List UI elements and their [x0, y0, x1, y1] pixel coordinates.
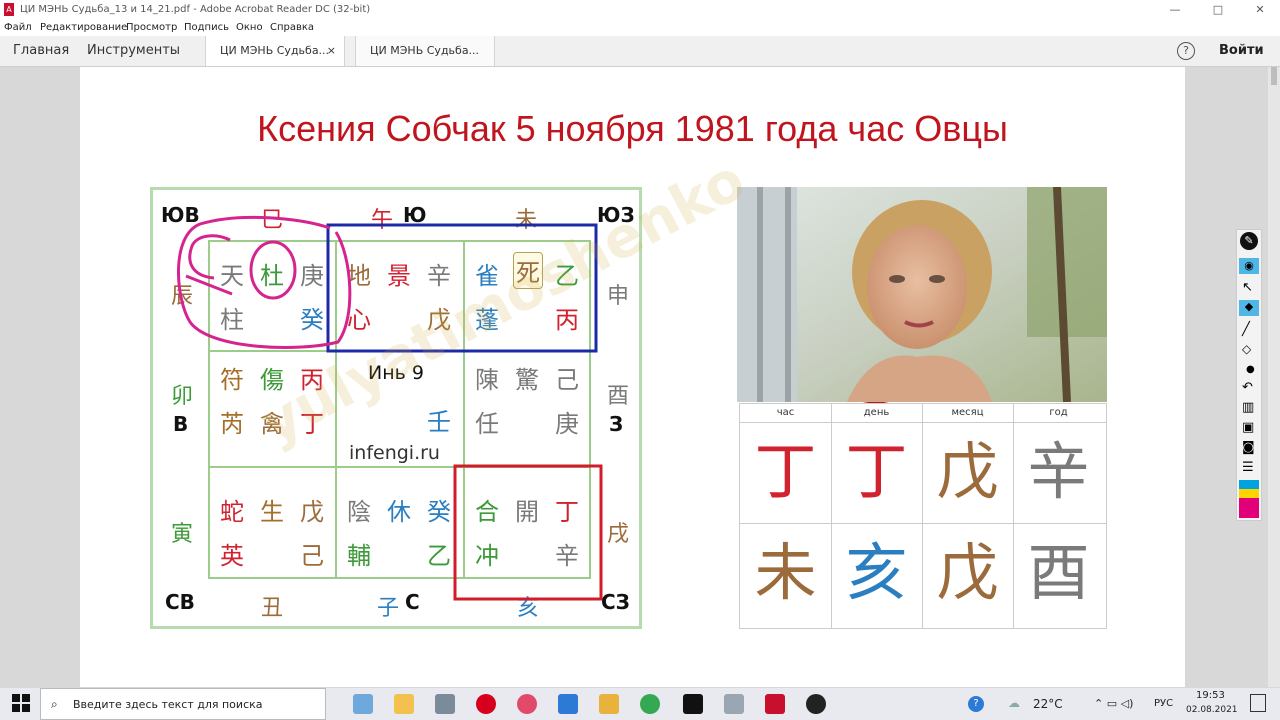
notifications-icon[interactable]	[1250, 694, 1266, 712]
magenta-pen-stroke	[188, 234, 231, 280]
language-indicator[interactable]: РУС	[1154, 698, 1173, 709]
save-icon[interactable]: ▣	[1242, 420, 1254, 435]
media-player-icon[interactable]	[599, 694, 619, 714]
four-pillars-table: час день месяц год 丁 丁 戊 辛 未 亥 戊 酉	[739, 403, 1107, 629]
pen-icon[interactable]: ✎	[1240, 232, 1258, 250]
undo-icon[interactable]: ↶	[1242, 380, 1253, 395]
acrobat-icon[interactable]	[765, 694, 785, 714]
camera-icon[interactable]: ◙	[1242, 440, 1255, 455]
dot-icon[interactable]: ●	[1246, 364, 1255, 375]
file-explorer-icon[interactable]	[394, 694, 414, 714]
pillar-stem-hour: 丁	[754, 435, 817, 508]
pillar-branch-year: 酉	[1027, 536, 1090, 609]
search-icon: ⌕	[51, 697, 58, 711]
pillar-stem-month: 戊	[936, 435, 999, 508]
eraser-icon[interactable]: ◆	[1239, 300, 1259, 316]
portrait-photo	[737, 187, 1107, 402]
windows-start-icon[interactable]	[12, 694, 30, 712]
tray-icons[interactable]: ⌃ ▭ ◁)	[1094, 697, 1133, 710]
pillar-stem-day: 丁	[845, 435, 908, 508]
weather-icon: ☁	[1008, 696, 1020, 710]
pillar-stem-year: 辛	[1027, 435, 1090, 508]
weather-temp: 22°C	[1033, 697, 1063, 711]
pencil-icon[interactable]: ╱	[1242, 322, 1250, 337]
eye-icon[interactable]: ◉	[1239, 258, 1259, 274]
opera-icon[interactable]	[476, 694, 496, 714]
pillar-header-day: день	[863, 407, 890, 418]
help-tray-icon[interactable]: ?	[968, 696, 984, 712]
pillar-branch-month: 戊	[936, 536, 999, 609]
pillar-branch-day: 亥	[845, 536, 908, 609]
notes-icon[interactable]: ☰	[1242, 460, 1254, 475]
taskbar-search-box[interactable]: ⌕ Введите здесь текст для поиска	[40, 688, 326, 720]
trash-icon[interactable]: ▥	[1242, 400, 1254, 415]
obs-icon[interactable]	[806, 694, 826, 714]
magenta-pen-circle	[249, 240, 297, 300]
app-icon[interactable]	[353, 694, 373, 714]
app-icon[interactable]	[724, 694, 744, 714]
app-icon[interactable]	[683, 694, 703, 714]
color-palette-icon[interactable]	[1239, 480, 1259, 518]
portrait-image	[737, 187, 1107, 402]
pointer-icon[interactable]: ↖	[1242, 280, 1253, 295]
pillar-header-month: месяц	[951, 407, 984, 418]
calculator-icon[interactable]	[435, 694, 455, 714]
red-highlight-box	[453, 464, 603, 601]
pillar-header-year: год	[1049, 407, 1068, 418]
pillar-branch-hour: 未	[754, 536, 817, 609]
annotation-toolbar: ✎ ◉ ↖ ◆ ╱ ◇ ● ↶ ▥ ▣ ◙ ☰	[1236, 229, 1262, 521]
app-icon[interactable]	[517, 694, 537, 714]
dropbox-icon[interactable]	[558, 694, 578, 714]
clock-time: 19:53	[1196, 690, 1225, 701]
chrome-icon[interactable]	[640, 694, 660, 714]
stamp-icon[interactable]: ◇	[1242, 342, 1251, 356]
clock-date: 02.08.2021	[1186, 705, 1238, 715]
pillar-header-hour: час	[776, 407, 795, 418]
search-placeholder: Введите здесь текст для поиска	[73, 698, 263, 711]
